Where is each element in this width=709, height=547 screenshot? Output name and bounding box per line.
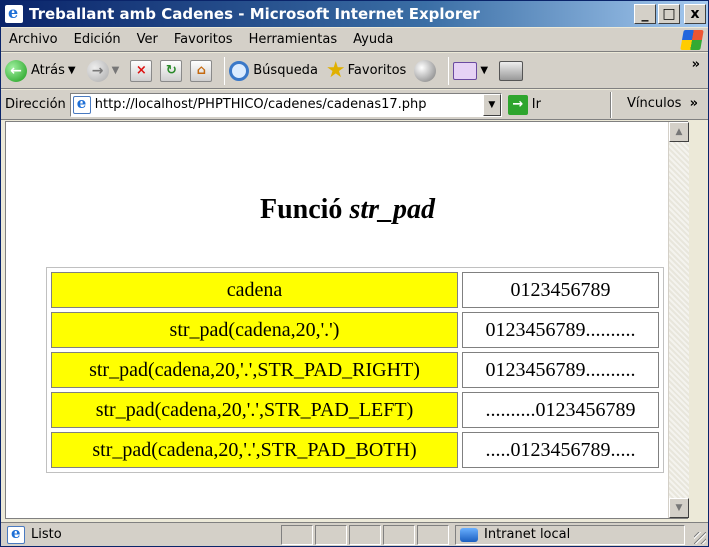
expression-cell: cadena bbox=[51, 272, 458, 308]
links-label: Vínculos bbox=[626, 96, 682, 111]
mail-icon bbox=[453, 61, 478, 80]
status-text: Listo bbox=[31, 527, 62, 542]
result-cell: 0123456789.......... bbox=[462, 352, 659, 388]
page-status-icon bbox=[7, 524, 25, 544]
back-arrow-icon: ← bbox=[5, 59, 27, 82]
security-zone[interactable]: Intranet local bbox=[455, 524, 685, 545]
page-title: Funció str_pad bbox=[6, 194, 689, 226]
forward-dropdown-icon[interactable]: ▼ bbox=[112, 65, 120, 76]
status-panel bbox=[315, 524, 347, 545]
favorites-label: Favoritos bbox=[347, 63, 407, 78]
refresh-icon: ↻ bbox=[160, 59, 183, 82]
favorites-star-icon: ★ bbox=[325, 57, 346, 83]
scroll-up-button[interactable]: ▲ bbox=[669, 122, 689, 142]
address-url[interactable]: http://localhost/PHPTHICO/cadenes/cadena… bbox=[95, 97, 483, 112]
menu-ayuda[interactable]: Ayuda bbox=[345, 32, 401, 47]
status-panel bbox=[349, 524, 381, 545]
search-label: Búsqueda bbox=[253, 63, 318, 78]
address-bar: Dirección http://localhost/PHPTHICO/cade… bbox=[1, 90, 708, 120]
status-panel bbox=[281, 524, 313, 545]
home-icon: ⌂ bbox=[190, 59, 213, 82]
page-icon bbox=[72, 94, 91, 114]
result-cell: .....0123456789..... bbox=[462, 432, 659, 468]
home-button[interactable]: ⌂ bbox=[190, 59, 213, 82]
scroll-down-button[interactable]: ▼ bbox=[669, 498, 689, 518]
table-row: str_pad(cadena,20,'.') 0123456789.......… bbox=[51, 312, 659, 348]
table-row: cadena 0123456789 bbox=[51, 272, 659, 308]
address-label: Dirección bbox=[5, 97, 66, 112]
windows-logo-icon bbox=[680, 30, 704, 50]
content-viewport: Funció str_pad cadena 0123456789 str_pad… bbox=[5, 121, 689, 519]
status-panel bbox=[383, 524, 415, 545]
result-cell: ..........0123456789 bbox=[462, 392, 659, 428]
menu-edicion[interactable]: Edición bbox=[66, 32, 129, 47]
search-button[interactable]: Búsqueda bbox=[229, 60, 318, 81]
print-icon bbox=[499, 60, 524, 81]
stop-button[interactable]: × bbox=[130, 59, 153, 82]
go-button[interactable]: → Ir bbox=[507, 94, 541, 115]
standard-toolbar: ← Atrás ▼ → ▼ × ↻ ⌂ Búsqueda ★ Favoritos bbox=[1, 53, 708, 89]
address-field[interactable]: http://localhost/PHPTHICO/cadenes/cadena… bbox=[69, 92, 502, 117]
expression-cell: str_pad(cadena,20,'.') bbox=[51, 312, 458, 348]
back-button[interactable]: ← Atrás ▼ bbox=[5, 59, 79, 82]
expression-cell: str_pad(cadena,20,'.',STR_PAD_BOTH) bbox=[51, 432, 458, 468]
menu-bar: Archivo Edición Ver Favoritos Herramient… bbox=[1, 28, 708, 52]
table-row: str_pad(cadena,20,'.',STR_PAD_RIGHT) 012… bbox=[51, 352, 659, 388]
links-separator bbox=[610, 92, 612, 118]
zone-label: Intranet local bbox=[484, 527, 571, 542]
menu-archivo[interactable]: Archivo bbox=[1, 32, 66, 47]
resize-grip-icon[interactable] bbox=[694, 532, 706, 544]
expression-cell: str_pad(cadena,20,'.',STR_PAD_LEFT) bbox=[51, 392, 458, 428]
expression-cell: str_pad(cadena,20,'.',STR_PAD_RIGHT) bbox=[51, 352, 458, 388]
table-row: str_pad(cadena,20,'.',STR_PAD_LEFT) ....… bbox=[51, 392, 659, 428]
mail-dropdown-icon[interactable]: ▼ bbox=[480, 65, 488, 76]
back-label: Atrás bbox=[31, 63, 65, 78]
result-cell: 0123456789 bbox=[462, 272, 659, 308]
mail-button[interactable]: ▼ bbox=[453, 61, 491, 80]
go-label: Ir bbox=[531, 97, 541, 112]
status-bar: Listo Intranet local bbox=[1, 522, 708, 546]
go-arrow-icon: → bbox=[507, 94, 528, 115]
close-button[interactable]: x bbox=[684, 4, 706, 24]
toolbar-separator-2 bbox=[448, 56, 450, 85]
favorites-button[interactable]: ★ Favoritos bbox=[325, 57, 407, 83]
result-cell: 0123456789.......... bbox=[462, 312, 659, 348]
stop-icon: × bbox=[130, 59, 153, 82]
page-title-prefix: Funció bbox=[259, 194, 343, 225]
browser-window: Treballant amb Cadenes - Microsoft Inter… bbox=[0, 0, 709, 547]
refresh-button[interactable]: ↻ bbox=[160, 59, 183, 82]
menu-ver[interactable]: Ver bbox=[129, 32, 166, 47]
status-panel bbox=[417, 524, 449, 545]
page-title-function: str_pad bbox=[349, 194, 436, 225]
media-icon bbox=[414, 59, 437, 82]
address-dropdown-button[interactable]: ▼ bbox=[482, 93, 501, 116]
menu-herramientas[interactable]: Herramientas bbox=[241, 32, 346, 47]
forward-button[interactable]: → ▼ bbox=[86, 59, 123, 82]
toolbar-separator bbox=[224, 56, 226, 85]
print-button[interactable] bbox=[499, 60, 524, 81]
window-title: Treballant amb Cadenes - Microsoft Inter… bbox=[29, 5, 480, 23]
links-button[interactable]: Vínculos » bbox=[627, 96, 698, 111]
vertical-scrollbar[interactable]: ▲ ▼ bbox=[668, 122, 689, 518]
intranet-zone-icon bbox=[460, 527, 478, 542]
maximize-button[interactable]: □ bbox=[658, 4, 680, 24]
media-button[interactable] bbox=[414, 59, 437, 82]
menu-favoritos[interactable]: Favoritos bbox=[166, 32, 241, 47]
ie-logo-icon bbox=[5, 3, 23, 23]
table-row: str_pad(cadena,20,'.',STR_PAD_BOTH) ....… bbox=[51, 432, 659, 468]
web-page: Funció str_pad cadena 0123456789 str_pad… bbox=[6, 122, 689, 518]
toolbar-more-icon[interactable]: » bbox=[692, 57, 700, 72]
links-more-icon: » bbox=[689, 96, 698, 111]
window-controls: _ □ x bbox=[634, 4, 706, 24]
results-table: cadena 0123456789 str_pad(cadena,20,'.')… bbox=[46, 267, 664, 473]
title-bar[interactable]: Treballant amb Cadenes - Microsoft Inter… bbox=[1, 1, 708, 27]
minimize-button[interactable]: _ bbox=[634, 4, 656, 24]
back-dropdown-icon[interactable]: ▼ bbox=[68, 65, 76, 76]
forward-arrow-icon: → bbox=[86, 59, 109, 82]
search-icon bbox=[229, 60, 250, 81]
